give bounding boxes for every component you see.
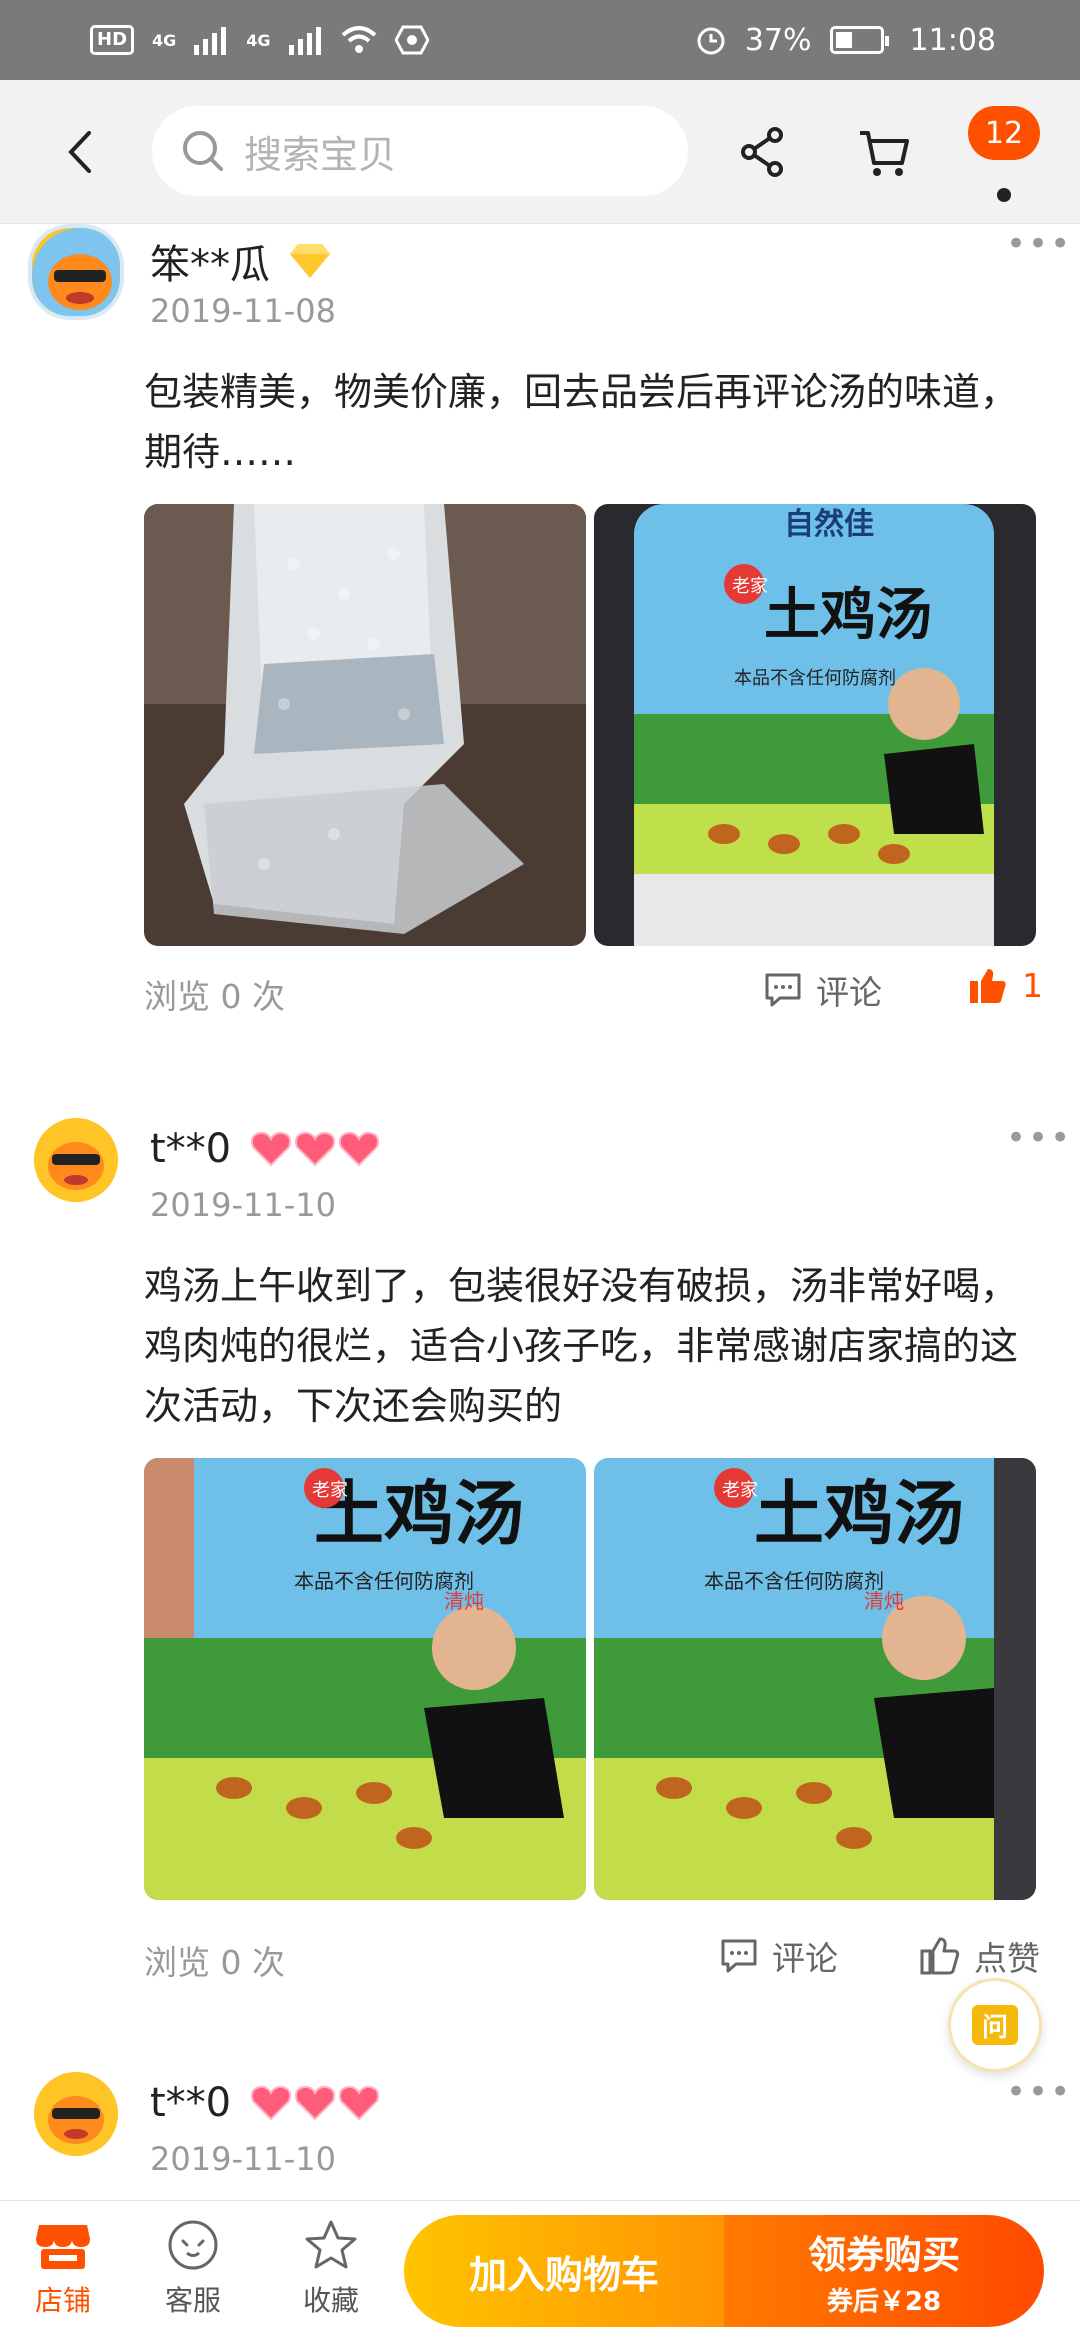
review-more-button[interactable]: ••• (1006, 1118, 1072, 1158)
comment-icon (765, 973, 801, 1007)
thumbs-up-filled-icon (970, 968, 1006, 1003)
status-left: HD 4G 4G (90, 25, 429, 55)
search-icon (183, 131, 223, 171)
reviewer-name-row: t**0 (150, 2080, 381, 2126)
wifi-icon (341, 26, 376, 53)
avatar-mascot-icon (34, 2072, 118, 2156)
buy-label: 领券购买 (807, 2233, 960, 2277)
reviewer-name-row: t**0 (150, 1126, 381, 1172)
buy-with-coupon-button[interactable]: 领券购买 券后￥28 (724, 2215, 1044, 2327)
more-menu-dot[interactable] (997, 188, 1011, 202)
reviewer-name-row: 笨**瓜 (150, 232, 332, 290)
like-button[interactable]: 点赞 (920, 1932, 1040, 1980)
review-date: 2019-11-10 (150, 2140, 336, 2178)
cart-count-badge[interactable]: 12 (968, 106, 1040, 160)
can-stew-text: 清炖 (444, 1589, 484, 1613)
hd-indicator: HD (90, 25, 135, 55)
avatar[interactable] (28, 224, 124, 320)
bubble-wrap-photo (144, 504, 586, 946)
soup-can-photo: 土鸡汤 老家 本品不含任何防腐剂 清炖 (594, 1458, 1036, 1900)
soup-can-photo: 自然佳 土鸡汤 老家 本品不含任何防腐剂 (594, 504, 1036, 946)
can-stew-text: 清炖 (864, 1589, 904, 1613)
review-text: 鸡汤上午收到了，包装很好没有破损，汤非常好喝，鸡肉炖的很烂，适合小孩子吃，非常感… (144, 1264, 1019, 1428)
signal-icon (194, 27, 227, 55)
comment-button[interactable]: 评论 (720, 1932, 838, 1980)
reviewer-name: t**0 (150, 1126, 232, 1172)
top-nav: 搜索宝贝 12 (0, 80, 1080, 224)
star-icon (305, 2220, 357, 2269)
avatar[interactable] (34, 2072, 118, 2156)
comment-label: 评论 (816, 973, 882, 1012)
signal-4g-2: 4G (246, 30, 271, 50)
soup-can-photo: 土鸡汤 老家 本品不含任何防腐剂 清炖 (144, 1458, 586, 1900)
review-photo[interactable]: 土鸡汤 老家 本品不含任何防腐剂 清炖 (144, 1458, 586, 1900)
can-claim-text: 本品不含任何防腐剂 (704, 1569, 884, 1593)
heart-level-icon (251, 1131, 380, 1167)
review-date: 2019-11-10 (150, 1186, 336, 1224)
battery-percent: 37% (744, 22, 812, 58)
ask-label: 问 (972, 2005, 1018, 2045)
ask-question-button[interactable]: 问 (948, 1978, 1042, 2072)
like-button[interactable]: 1 (968, 966, 1043, 1005)
review-photo[interactable]: 土鸡汤 老家 本品不含任何防腐剂 清炖 (594, 1458, 1036, 1900)
battery-icon (829, 26, 889, 54)
view-count: 浏览 0 次 (144, 1943, 285, 1982)
shop-icon (36, 2225, 90, 2269)
search-bar[interactable]: 搜索宝贝 (152, 106, 688, 196)
thumbs-up-icon (920, 1937, 960, 1975)
purchase-cta: 加入购物车 领券购买 券后￥28 (404, 2215, 1044, 2327)
can-tag-text: 老家 (732, 576, 768, 597)
heart-level-icon (251, 2085, 380, 2121)
signal-4g-1: 4G (152, 30, 177, 50)
share-icon (741, 127, 783, 177)
search-placeholder: 搜索宝贝 (244, 132, 397, 177)
reviewer-name: t**0 (150, 2080, 232, 2126)
favorite-button[interactable]: 收藏 (276, 2219, 386, 2319)
comment-label: 评论 (772, 1939, 838, 1978)
clock: 11:08 (909, 22, 996, 58)
can-brand-text: 土鸡汤 (764, 583, 932, 648)
status-right: 37% 11:08 (695, 23, 996, 58)
avatar-mascot-icon (32, 228, 120, 316)
view-count: 浏览 0 次 (144, 977, 285, 1016)
avatar-mascot-icon (34, 1118, 118, 1202)
bottom-bar: 店铺 客服 收藏 加入购物车 领券购买 券后￥28 (0, 2200, 1080, 2340)
review-more-button[interactable]: ••• (1006, 224, 1072, 264)
cart-icon (860, 131, 909, 176)
comment-button[interactable]: 评论 (764, 966, 882, 1014)
can-tag-text: 老家 (722, 1480, 758, 1501)
can-brand-text: 土鸡汤 (754, 1473, 964, 1555)
avatar[interactable] (34, 1118, 118, 1202)
signal-icon-2 (288, 27, 321, 55)
share-button[interactable] (730, 120, 794, 184)
alarm-icon (697, 27, 725, 55)
back-arrow-icon (68, 130, 91, 173)
buy-price-after-coupon: 券后￥28 (826, 2287, 942, 2317)
review-more-button[interactable]: ••• (1006, 2072, 1072, 2112)
reviewer-name: 笨**瓜 (150, 242, 270, 288)
customer-service-icon (168, 2220, 218, 2270)
can-tag-text: 老家 (312, 1480, 348, 1501)
review-photo[interactable] (144, 504, 586, 946)
status-bar: HD 4G 4G 37% 11:08 (0, 0, 1080, 80)
customer-service-label: 客服 (164, 2284, 221, 2317)
like-count: 1 (1022, 966, 1043, 1005)
can-claim-text: 本品不含任何防腐剂 (734, 668, 896, 689)
favorite-label: 收藏 (302, 2284, 359, 2317)
add-to-cart-button[interactable]: 加入购物车 (404, 2215, 724, 2327)
review-date: 2019-11-08 (150, 292, 336, 330)
back-button[interactable] (50, 122, 110, 182)
like-label: 点赞 (974, 1939, 1040, 1978)
nfc-icon (394, 25, 429, 55)
review-photo[interactable]: 自然佳 土鸡汤 老家 本品不含任何防腐剂 (594, 504, 1036, 946)
comment-icon (721, 1939, 757, 1973)
shop-label: 店铺 (34, 2284, 91, 2317)
diamond-level-icon (290, 244, 330, 278)
can-top-text: 自然佳 (784, 507, 874, 542)
review-text: 包装精美，物美价廉，回去品尝后再评论汤的味道，期待…… (144, 370, 1019, 474)
cart-button[interactable] (852, 120, 916, 184)
shop-button[interactable]: 店铺 (8, 2219, 118, 2319)
customer-service-button[interactable]: 客服 (138, 2219, 248, 2319)
